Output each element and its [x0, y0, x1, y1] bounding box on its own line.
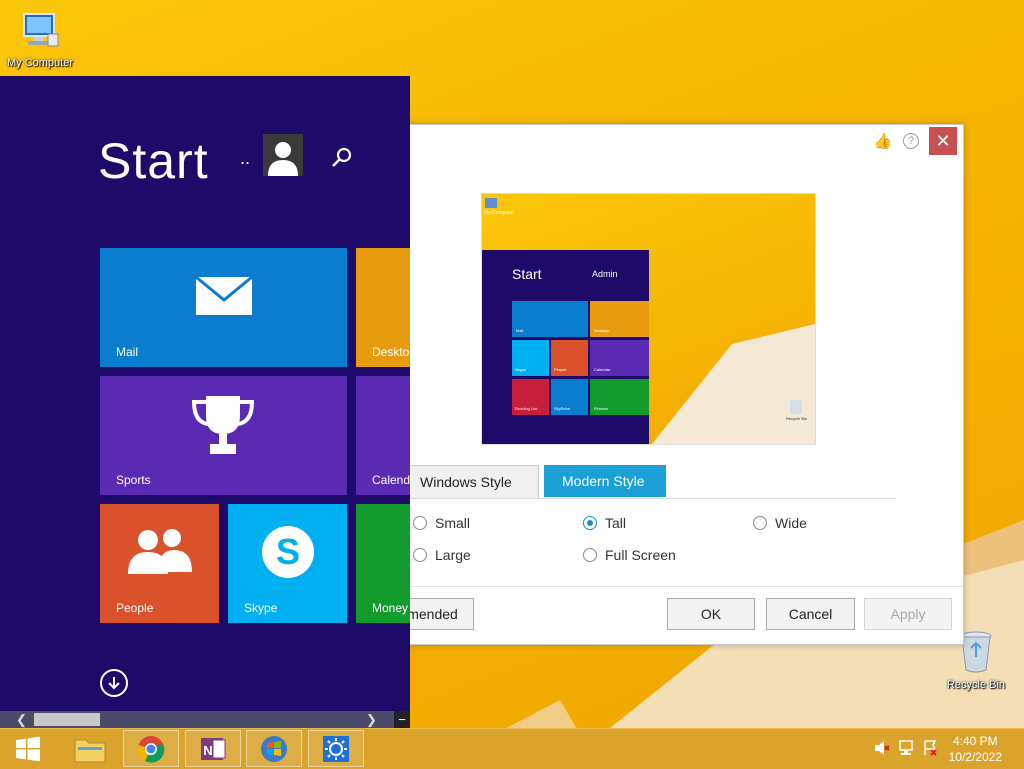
ok-button[interactable]: OK: [667, 598, 755, 630]
system-clock[interactable]: 4:40 PM 10/2/2022: [949, 733, 1002, 765]
svg-text:S: S: [276, 531, 300, 572]
desktop-icon-my-computer[interactable]: My Computer: [0, 8, 80, 69]
trophy-icon: [191, 396, 255, 454]
tile-desktop[interactable]: Desktop: [356, 248, 410, 367]
mail-icon: [195, 276, 253, 315]
tile-label: Sports: [116, 473, 151, 487]
taskbar: N 4:40 PM 10/2/2022: [0, 728, 1024, 769]
radio-circle: [413, 548, 427, 562]
all-apps-button[interactable]: [100, 669, 128, 697]
taskbar-onenote[interactable]: N: [185, 730, 241, 767]
thumbs-up-icon[interactable]: 👍: [873, 132, 893, 150]
tile-label: Money: [372, 601, 409, 615]
user-avatar[interactable]: [263, 134, 303, 176]
start-menu: Start .. Mail Desktop: [0, 76, 410, 728]
help-icon[interactable]: ?: [903, 133, 919, 149]
people-icon: [128, 529, 192, 574]
windows-logo-icon: [16, 736, 40, 761]
tile-skype[interactable]: S Skype: [228, 504, 347, 623]
radio-tall[interactable]: Tall: [583, 515, 626, 531]
tile-sports[interactable]: Sports: [100, 376, 347, 495]
radio-full-screen[interactable]: Full Screen: [583, 547, 676, 563]
tile-label: Skype: [244, 601, 278, 615]
arrow-down-icon: [108, 677, 120, 690]
svg-text:N: N: [203, 743, 212, 758]
tab-divider: [401, 498, 896, 499]
preview-tile-label: People: [554, 367, 567, 372]
tile-calendar[interactable]: Calend: [356, 376, 410, 495]
start-search-button[interactable]: [330, 146, 354, 175]
radio-circle-selected: [583, 516, 597, 530]
taskbar-settings-app[interactable]: [308, 730, 364, 767]
tile-money[interactable]: Money: [356, 504, 410, 623]
preview-start-title: Start: [512, 266, 542, 282]
tab-modern-style[interactable]: Modern Style: [544, 465, 666, 497]
onenote-icon: N: [201, 737, 226, 760]
clock-date: 10/2/2022: [948, 750, 1002, 764]
scroll-left-icon[interactable]: ❮: [16, 711, 27, 728]
preview-user-name: Admin: [592, 269, 618, 279]
taskbar-file-explorer[interactable]: [62, 730, 118, 767]
preview-desktop-icon-label: My Computer: [484, 210, 515, 216]
tab-windows-style[interactable]: Windows Style: [401, 465, 539, 499]
desktop-icon-label: Recycle Bin: [946, 679, 1006, 691]
radio-circle: [753, 516, 767, 530]
preview-tile-label: Reading List: [515, 406, 538, 411]
preview-tile-label: Desktop: [594, 328, 609, 333]
apply-button[interactable]: Apply: [864, 598, 952, 630]
radio-circle: [583, 548, 597, 562]
chrome-icon: [137, 735, 165, 763]
user-icon: [268, 142, 298, 176]
taskbar-windows-media[interactable]: [246, 730, 302, 767]
start-menu-settings-dialog: e 👍 ? ✕ My Computer Start Admin Mail Des…: [340, 124, 964, 645]
radio-label: Tall: [605, 515, 627, 531]
radio-large[interactable]: Large: [413, 547, 471, 563]
zoom-out-icon[interactable]: −: [394, 711, 410, 728]
tile-mail[interactable]: Mail: [100, 248, 347, 367]
radio-circle: [413, 516, 427, 530]
preview-tile-label: SkyDrive: [554, 406, 571, 411]
computer-icon: [23, 13, 59, 47]
preview-recycle-label: Recycle Bin: [786, 416, 808, 421]
preview-tile-label: Mail: [516, 328, 524, 333]
scrollbar-thumb[interactable]: [34, 713, 100, 726]
radio-label: Small: [435, 515, 471, 531]
style-preview-image: My Computer Start Admin Mail Desktop Sky…: [481, 193, 816, 445]
tile-label: People: [116, 601, 154, 615]
desktop-icon-label: My Computer: [6, 57, 74, 69]
skype-icon: S: [262, 526, 314, 578]
start-title: Start: [98, 133, 209, 189]
network-icon[interactable]: [897, 739, 915, 762]
radio-wide[interactable]: Wide: [753, 515, 807, 531]
start-horizontal-scrollbar[interactable]: ❮ ❯ −: [0, 711, 410, 728]
search-icon: [332, 147, 352, 167]
tile-label: Desktop: [372, 345, 410, 359]
close-icon: ✕: [935, 130, 951, 151]
radio-label: Large: [435, 547, 471, 563]
tile-people[interactable]: People: [100, 504, 219, 623]
start-button[interactable]: [0, 730, 56, 767]
close-button[interactable]: ✕: [929, 127, 957, 155]
volume-muted-icon[interactable]: [873, 739, 891, 762]
radio-small[interactable]: Small: [413, 515, 470, 531]
preview-tile-label: Skype: [515, 367, 527, 372]
preview-tile-label: Finance: [594, 406, 609, 411]
windows-orb-icon: [261, 735, 287, 762]
folder-icon: [74, 739, 106, 762]
tile-label: Calend: [372, 473, 410, 487]
clock-time: 4:40 PM: [952, 734, 998, 748]
scroll-right-icon[interactable]: ❯: [366, 711, 377, 728]
sun-gear-icon: [323, 735, 349, 762]
radio-label: Wide: [775, 515, 807, 531]
user-name-truncated: ..: [240, 148, 251, 168]
radio-label: Full Screen: [605, 547, 676, 563]
cancel-button[interactable]: Cancel: [766, 598, 855, 630]
preview-tile-label: Calendar: [594, 367, 611, 372]
tile-label: Mail: [116, 345, 139, 359]
style-tabs: Windows Style Modern Style: [401, 465, 666, 499]
taskbar-chrome[interactable]: [123, 730, 179, 767]
dialog-title-icons: 👍 ? ✕: [873, 127, 957, 155]
action-center-warning-icon[interactable]: [921, 739, 939, 762]
footer-divider: [341, 586, 963, 587]
